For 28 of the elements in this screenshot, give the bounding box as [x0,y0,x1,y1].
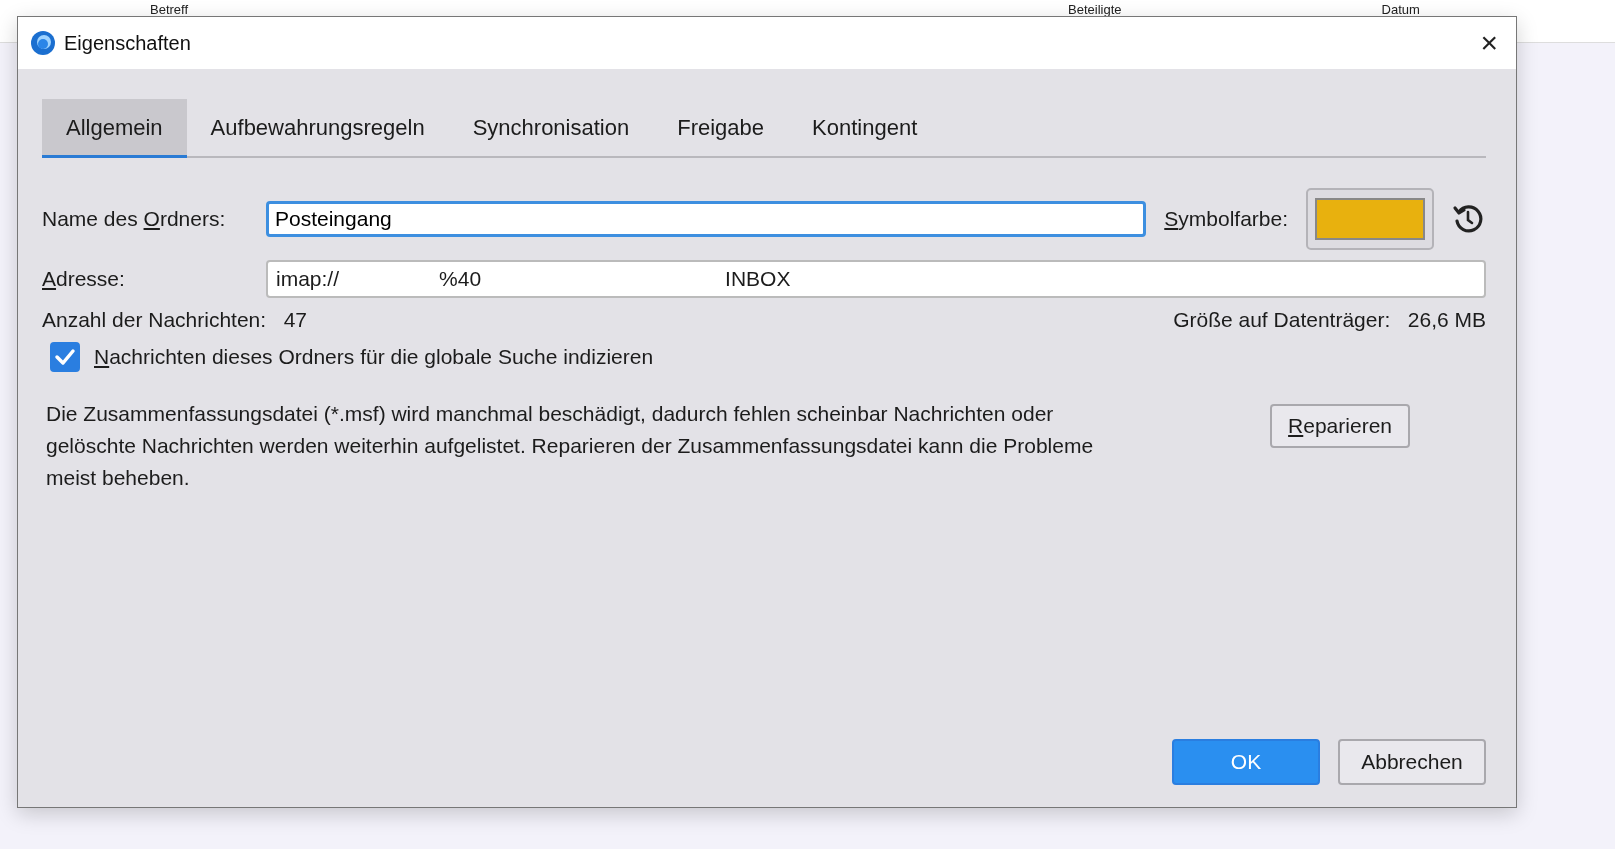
tab[interactable]: Freigabe [653,99,789,158]
disk-size: Größe auf Datenträger: 26,6 MB [1173,308,1486,332]
address-field[interactable]: imap:// %40 INBOX [266,260,1486,298]
repair-button[interactable]: Reparieren [1270,404,1410,448]
address-text: imap:// [276,267,340,291]
app-logo-icon [30,30,56,56]
tab[interactable]: Aufbewahrungsregeln [186,99,449,158]
tab[interactable]: Kontingent [788,99,942,158]
tab[interactable]: Allgemein [42,99,187,158]
description-text: Die Zusammenfassungsdatei (*.msf) wird manchmal beschädigt, dadurch fehlen scheinbar Nachrichten oder gelöschte Nachrichten werden weiterhin aufgelistet. Reparieren der Zusammenfassungsdatei kann die Probleme meist beheben. [46,401,1095,491]
field-label: Name des Ordners: [42,207,227,231]
close-button[interactable]: × [1474,28,1504,58]
color-picker[interactable] [1306,188,1434,250]
checkmark-icon [54,346,76,368]
column-header[interactable]: Beteiligte [1068,2,1122,17]
address-text: INBOX [725,267,791,291]
address-text: %40 [439,267,482,291]
column-header[interactable]: Datum [1381,2,1420,17]
folder-name-field[interactable]: Posteingang [266,201,1147,237]
message-count: Anzahl der Nachrichten: 47 [42,308,307,332]
field-label: Symbolfarbe: [1164,207,1288,231]
checkbox[interactable] [50,342,80,372]
checkbox-label[interactable]: Nachrichten dieses Ordners für die globale Suche indizieren [94,345,654,369]
cancel-button[interactable]: Abbrechen [1338,739,1486,785]
field-label: Adresse: [42,267,126,291]
column-header[interactable]: Betreff [150,2,189,17]
window-title: Eigenschaften [64,31,192,55]
tab[interactable]: Synchronisation [448,99,654,158]
